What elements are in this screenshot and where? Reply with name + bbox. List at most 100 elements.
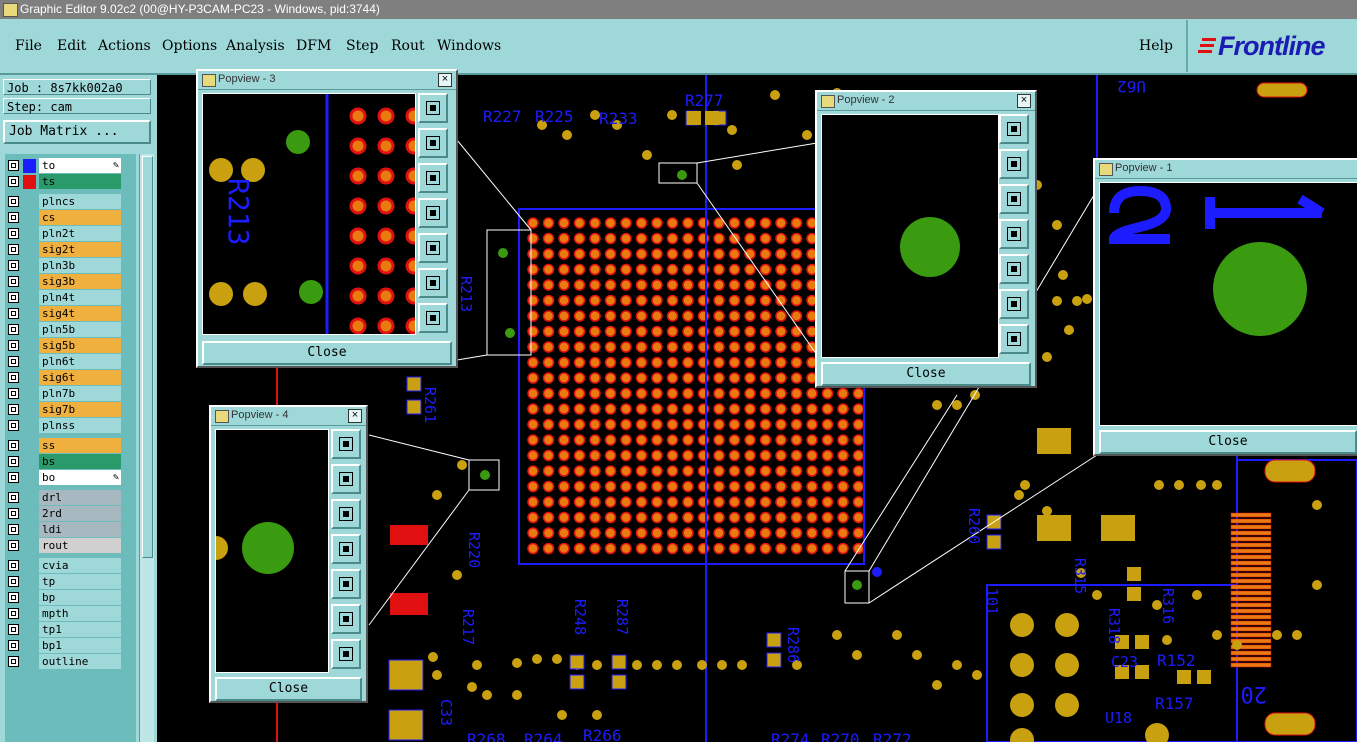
popview-toolbar-button[interactable] — [418, 268, 448, 298]
popview-2-view[interactable] — [821, 114, 999, 358]
layer-row-tp1[interactable]: tp1 — [5, 622, 136, 638]
menu-dfm[interactable]: DFM — [296, 38, 331, 54]
popview-4-close-icon[interactable]: × — [348, 409, 362, 423]
layer-name[interactable]: pln4t — [39, 290, 121, 305]
menu-actions[interactable]: Actions — [98, 38, 151, 54]
layer-name[interactable]: ts — [39, 174, 121, 189]
layer-name[interactable]: pln6t — [39, 354, 121, 369]
popview-toolbar-button[interactable] — [418, 128, 448, 158]
layer-display-checkbox[interactable] — [8, 456, 19, 467]
layer-display-checkbox[interactable] — [8, 560, 19, 571]
layer-scrollbar[interactable] — [139, 154, 154, 742]
layer-row-sig5b[interactable]: sig5b — [5, 338, 136, 354]
popview-toolbar-button[interactable] — [999, 149, 1029, 179]
popview-4-view[interactable] — [215, 429, 329, 673]
layer-name[interactable]: pln5b — [39, 322, 121, 337]
popview-3-close-button[interactable]: Close — [202, 341, 452, 365]
layer-display-checkbox[interactable] — [8, 196, 19, 207]
layer-row-cs[interactable]: cs — [5, 210, 136, 226]
layer-display-checkbox[interactable] — [8, 260, 19, 271]
job-matrix-button[interactable]: Job Matrix ... — [3, 120, 151, 144]
layer-row-sig4t[interactable]: sig4t — [5, 306, 136, 322]
layer-name[interactable]: plnss — [39, 418, 121, 433]
layer-row-bo[interactable]: bo ✎ — [5, 470, 136, 486]
layer-name[interactable]: 2rd — [39, 506, 121, 521]
popview-toolbar-button[interactable] — [999, 219, 1029, 249]
popview-2-close-button[interactable]: Close — [821, 362, 1031, 386]
layer-display-checkbox[interactable] — [8, 340, 19, 351]
scrollbar-thumb[interactable] — [142, 156, 153, 558]
popview-1-close-button[interactable]: Close — [1099, 430, 1357, 454]
popview-toolbar-button[interactable] — [999, 254, 1029, 284]
layer-row-tp[interactable]: tp — [5, 574, 136, 590]
layer-row-2rd[interactable]: 2rd — [5, 506, 136, 522]
layer-row-ss[interactable]: ss — [5, 438, 136, 454]
popview-4-close-button[interactable]: Close — [215, 677, 362, 701]
layer-display-checkbox[interactable] — [8, 472, 19, 483]
layer-row-pln6t[interactable]: pln6t — [5, 354, 136, 370]
popview-toolbar-button[interactable] — [331, 429, 361, 459]
layer-name[interactable]: sig3b — [39, 274, 121, 289]
popview-1-view[interactable] — [1099, 182, 1357, 426]
popview-toolbar-button[interactable] — [999, 184, 1029, 214]
layer-display-checkbox[interactable] — [8, 212, 19, 223]
popview-toolbar-button[interactable] — [999, 289, 1029, 319]
layer-row-mpth[interactable]: mpth — [5, 606, 136, 622]
layer-row-bp1[interactable]: bp1 — [5, 638, 136, 654]
popview-2[interactable]: Popview - 2 × Close — [815, 90, 1037, 388]
menu-file[interactable]: File — [15, 38, 42, 54]
layer-name[interactable]: sig7b — [39, 402, 121, 417]
popview-toolbar-button[interactable] — [999, 114, 1029, 144]
layer-name[interactable]: tp — [39, 574, 121, 589]
layer-name[interactable]: plncs — [39, 194, 121, 209]
menu-help[interactable]: Help — [1139, 38, 1173, 54]
menu-step[interactable]: Step — [346, 38, 378, 54]
popview-4-header[interactable]: Popview - 4 × — [211, 407, 366, 426]
layer-display-checkbox[interactable] — [8, 308, 19, 319]
layer-row-pln5b[interactable]: pln5b — [5, 322, 136, 338]
popview-4[interactable]: Popview - 4 × Close — [209, 405, 368, 703]
menu-windows[interactable]: Windows — [437, 38, 501, 54]
layer-name[interactable]: sig6t — [39, 370, 121, 385]
layer-display-checkbox[interactable] — [8, 404, 19, 415]
popview-3-close-icon[interactable]: × — [438, 73, 452, 87]
layer-display-checkbox[interactable] — [8, 276, 19, 287]
layer-display-checkbox[interactable] — [8, 508, 19, 519]
popview-toolbar-button[interactable] — [331, 499, 361, 529]
layer-display-checkbox[interactable] — [8, 160, 19, 171]
popview-toolbar-button[interactable] — [418, 93, 448, 123]
popview-toolbar-button[interactable] — [331, 639, 361, 669]
layer-name[interactable]: ss — [39, 438, 121, 453]
popview-toolbar-button[interactable] — [331, 604, 361, 634]
layer-name[interactable]: to ✎ — [39, 158, 121, 173]
popview-toolbar-button[interactable] — [418, 233, 448, 263]
layer-display-checkbox[interactable] — [8, 608, 19, 619]
popview-3-view[interactable]: R213 — [202, 93, 416, 335]
layer-row-sig6t[interactable]: sig6t — [5, 370, 136, 386]
layer-color-swatch[interactable] — [23, 159, 36, 173]
layer-row-pln4t[interactable]: pln4t — [5, 290, 136, 306]
layer-name[interactable]: ldi — [39, 522, 121, 537]
layer-name[interactable]: sig4t — [39, 306, 121, 321]
layer-row-bs[interactable]: bs — [5, 454, 136, 470]
popview-1[interactable]: Popview - 1 Close — [1093, 158, 1357, 456]
popview-toolbar-button[interactable] — [999, 324, 1029, 354]
popview-toolbar-button[interactable] — [331, 569, 361, 599]
layer-display-checkbox[interactable] — [8, 640, 19, 651]
layer-name[interactable]: bo ✎ — [39, 470, 121, 485]
popview-2-close-icon[interactable]: × — [1017, 94, 1031, 108]
layer-row-sig2t[interactable]: sig2t — [5, 242, 136, 258]
layer-row-plnss[interactable]: plnss — [5, 418, 136, 434]
menu-options[interactable]: Options — [162, 38, 217, 54]
layer-name[interactable]: sig2t — [39, 242, 121, 257]
layer-display-checkbox[interactable] — [8, 492, 19, 503]
layer-name[interactable]: pln7b — [39, 386, 121, 401]
layer-display-checkbox[interactable] — [8, 624, 19, 635]
layer-row-drl[interactable]: drl — [5, 490, 136, 506]
popview-toolbar-button[interactable] — [418, 198, 448, 228]
layer-row-bp[interactable]: bp — [5, 590, 136, 606]
menu-analysis[interactable]: Analysis — [226, 38, 285, 54]
layer-display-checkbox[interactable] — [8, 540, 19, 551]
layer-name[interactable]: bp1 — [39, 638, 121, 653]
layer-display-checkbox[interactable] — [8, 324, 19, 335]
